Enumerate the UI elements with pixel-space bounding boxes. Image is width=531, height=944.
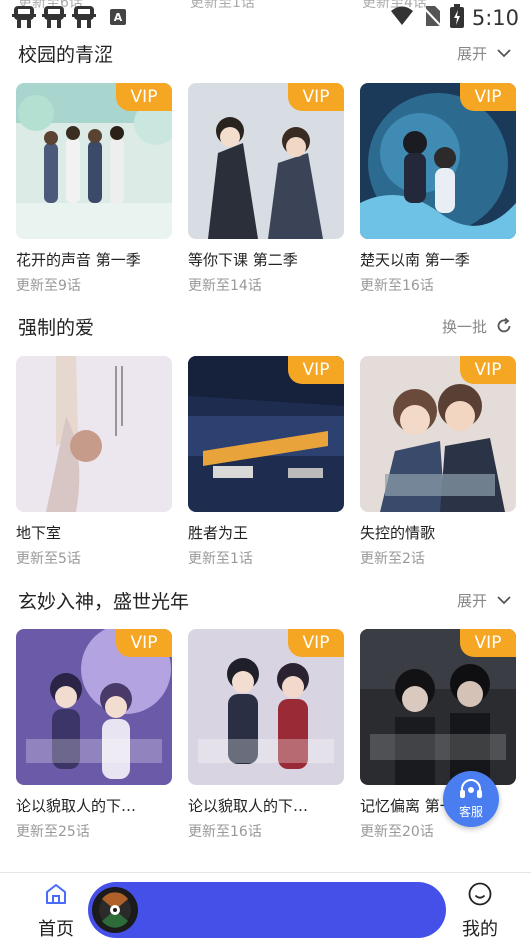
customer-service-label: 客服: [458, 805, 483, 819]
vip-badge: VIP: [116, 629, 172, 657]
customer-service-button[interactable]: 客服: [443, 771, 499, 827]
album-disc-icon[interactable]: [92, 887, 138, 933]
battery-icon: [449, 4, 464, 32]
nav-mine-label: 我的: [462, 919, 498, 940]
a-badge-icon: A: [110, 9, 126, 25]
section-header-forced-love: 强制的爱 换一批: [18, 311, 513, 341]
vip-badge: VIP: [116, 83, 172, 111]
bottom-nav: 首页 我的: [0, 872, 531, 944]
vip-badge: VIP: [288, 356, 344, 384]
chevron-down-icon: [497, 596, 511, 605]
comic-title: 楚天以南 第一季: [360, 251, 470, 269]
comic-cover[interactable]: VIP: [16, 83, 172, 239]
comic-cover[interactable]: VIP: [360, 356, 516, 512]
vip-badge: VIP: [460, 629, 516, 657]
comic-title: 胜者为王: [188, 524, 249, 542]
no-sim-icon: [422, 5, 442, 31]
bug-icon: [72, 4, 96, 30]
vip-badge: VIP: [288, 83, 344, 111]
section-title: 强制的爱: [18, 316, 95, 339]
nav-home-label: 首页: [38, 919, 74, 940]
vip-badge: VIP: [288, 629, 344, 657]
headset-icon: [460, 779, 482, 798]
nav-home[interactable]: 首页: [28, 881, 84, 941]
nav-mine[interactable]: 我的: [452, 881, 508, 941]
expand-label: 展开: [456, 44, 487, 63]
comic-card[interactable]: VIP 花开的声音 第一季 更新至9话: [16, 83, 172, 295]
comic-episodes: 更新至9话: [16, 278, 81, 294]
comic-episodes: 更新至16话: [188, 824, 262, 840]
section-header-mystic: 玄妙入神，盛世光年 展开: [18, 585, 513, 615]
home-icon: [46, 884, 66, 904]
expand-button[interactable]: 展开: [457, 590, 513, 611]
wifi-icon: [390, 5, 414, 31]
vip-badge: VIP: [460, 356, 516, 384]
peek-text-mid: 更新至1话: [190, 0, 255, 11]
comic-cover[interactable]: VIP: [188, 629, 344, 785]
comic-episodes: 更新至5话: [16, 551, 81, 567]
section-title: 玄妙入神，盛世光年: [18, 590, 190, 613]
audio-player-bar[interactable]: [88, 882, 446, 938]
comic-card[interactable]: VIP 胜者为王 更新至1话: [188, 356, 344, 568]
comic-title: 论以貌取人的下…: [188, 797, 309, 815]
chevron-down-icon: [497, 49, 511, 58]
comic-episodes: 更新至25话: [16, 824, 90, 840]
bug-icon: [42, 4, 66, 30]
comic-card[interactable]: VIP 论以貌取人的下… 更新至25话: [16, 629, 172, 841]
section-title: 校园的青涩: [18, 43, 114, 66]
comic-episodes: 更新至16话: [360, 278, 434, 294]
comic-card[interactable]: VIP 论以貌取人的下… 更新至16话: [188, 629, 344, 841]
comic-cover[interactable]: VIP: [16, 629, 172, 785]
comic-cover[interactable]: [16, 356, 172, 512]
smiley-icon: [468, 882, 492, 906]
refresh-icon: [497, 317, 511, 333]
comic-card[interactable]: VIP 楚天以南 第一季 更新至16话: [360, 83, 516, 295]
status-bar: 更新至6话 更新至1话 更新至4话 A 5:10: [0, 0, 531, 36]
refresh-label: 换一批: [441, 317, 487, 336]
comic-title: 花开的声音 第一季: [16, 251, 141, 269]
comic-cover[interactable]: VIP: [188, 83, 344, 239]
comic-card[interactable]: VIP 失控的情歌 更新至2话: [360, 356, 516, 568]
expand-label: 展开: [456, 591, 487, 610]
vip-badge: VIP: [460, 83, 516, 111]
bug-icon: [12, 4, 36, 30]
section-header-campus: 校园的青涩 展开: [18, 38, 513, 68]
comic-title: 地下室: [16, 524, 62, 542]
comic-title: 失控的情歌: [360, 524, 436, 542]
expand-button[interactable]: 展开: [457, 43, 513, 64]
comic-cover[interactable]: VIP: [360, 83, 516, 239]
comic-cover[interactable]: VIP: [188, 356, 344, 512]
comic-episodes: 更新至1话: [188, 551, 253, 567]
comic-card[interactable]: VIP 等你下课 第二季 更新至14话: [188, 83, 344, 295]
comic-card[interactable]: 地下室 更新至5话: [16, 356, 172, 568]
clock: 5:10: [471, 6, 519, 30]
refresh-button[interactable]: 换一批: [442, 316, 513, 337]
comic-episodes: 更新至14话: [188, 278, 262, 294]
comic-title: 论以貌取人的下…: [16, 797, 137, 815]
comic-episodes: 更新至2话: [360, 551, 425, 567]
comic-episodes: 更新至20话: [360, 824, 434, 840]
comic-title: 等你下课 第二季: [188, 251, 298, 269]
comic-cover[interactable]: VIP: [360, 629, 516, 785]
